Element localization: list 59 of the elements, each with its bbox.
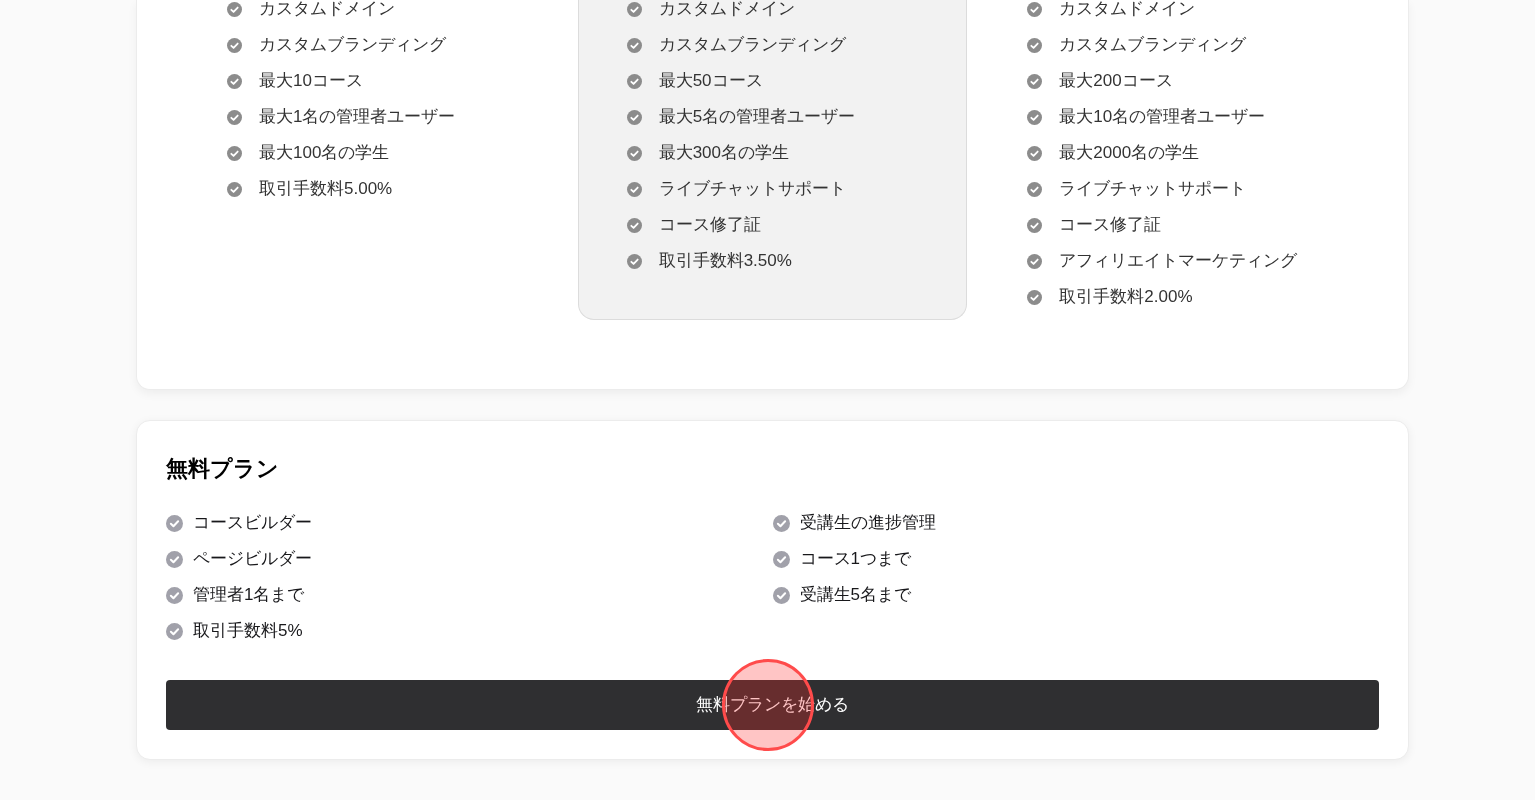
feature-text: 取引手数料2.00%	[1059, 288, 1193, 306]
feature-text: コース修了証	[658, 216, 761, 234]
check-circle-icon	[227, 181, 242, 197]
check-circle-icon	[1027, 289, 1043, 305]
feature-text: 最大10コース	[259, 72, 363, 90]
check-circle-icon	[227, 109, 242, 125]
feature-text: 取引手数料5.00%	[259, 180, 393, 198]
feature-text: 最大2000名の学生	[1059, 144, 1200, 162]
feature-text: カスタムブランディング	[259, 36, 446, 54]
feature-text: 受講生の進捗管理	[799, 512, 936, 534]
check-circle-icon	[227, 73, 242, 89]
feature-text: 最大300名の学生	[658, 144, 790, 162]
feature-text: カスタムブランディング	[1059, 36, 1247, 54]
feature-text: カスタムドメイン	[658, 0, 795, 18]
check-circle-icon	[1027, 217, 1043, 233]
feature-text: 最大5名の管理者ユーザー	[658, 108, 856, 126]
feature-text: カスタムドメイン	[259, 0, 395, 18]
check-circle-icon	[772, 586, 790, 604]
check-circle-icon	[772, 550, 790, 568]
check-circle-icon	[772, 514, 790, 532]
feature-text: 管理者1名まで	[193, 584, 305, 606]
feature-text: カスタムドメイン	[1059, 0, 1196, 18]
plan-title: 無料プラン	[166, 455, 279, 483]
feature-text: 最大10名の管理者ユーザー	[1059, 108, 1266, 126]
check-circle-icon	[166, 586, 183, 604]
check-circle-icon	[227, 145, 242, 161]
feature-text: コース1つまで	[799, 548, 911, 570]
check-circle-icon	[626, 145, 642, 161]
check-circle-icon	[626, 1, 642, 17]
feature-text: 最大200コース	[1059, 72, 1173, 90]
check-circle-icon	[1027, 73, 1043, 89]
check-circle-icon	[166, 622, 183, 640]
feature-text: 最大50コース	[658, 72, 763, 90]
check-circle-icon	[166, 550, 183, 568]
feature-text: 取引手数料3.50%	[658, 252, 792, 270]
check-circle-icon	[626, 73, 642, 89]
feature-text: 取引手数料5%	[193, 620, 303, 642]
feature-text: アフィリエイトマーケティング	[1059, 252, 1298, 270]
feature-text: 最大1名の管理者ユーザー	[259, 108, 456, 126]
feature-text: カスタムブランディング	[658, 36, 846, 54]
check-circle-icon	[626, 37, 642, 53]
check-circle-icon	[1027, 109, 1043, 125]
feature-text: ライブチャットサポート	[658, 180, 846, 198]
feature-text: コースビルダー	[193, 512, 312, 534]
check-circle-icon	[1027, 253, 1043, 269]
check-circle-icon	[626, 253, 642, 269]
feature-text: 最大100名の学生	[259, 144, 390, 162]
check-circle-icon	[1027, 37, 1043, 53]
check-circle-icon	[1027, 181, 1043, 197]
feature-text: ページビルダー	[193, 548, 312, 570]
check-circle-icon	[626, 217, 642, 233]
check-circle-icon	[626, 181, 642, 197]
check-circle-icon	[1027, 145, 1043, 161]
feature-text: ライブチャットサポート	[1059, 180, 1247, 198]
feature-text: コース修了証	[1059, 216, 1162, 234]
check-circle-icon	[166, 514, 183, 532]
check-circle-icon	[626, 109, 642, 125]
check-circle-icon	[227, 37, 242, 53]
feature-text: 受講生5名まで	[799, 584, 911, 606]
